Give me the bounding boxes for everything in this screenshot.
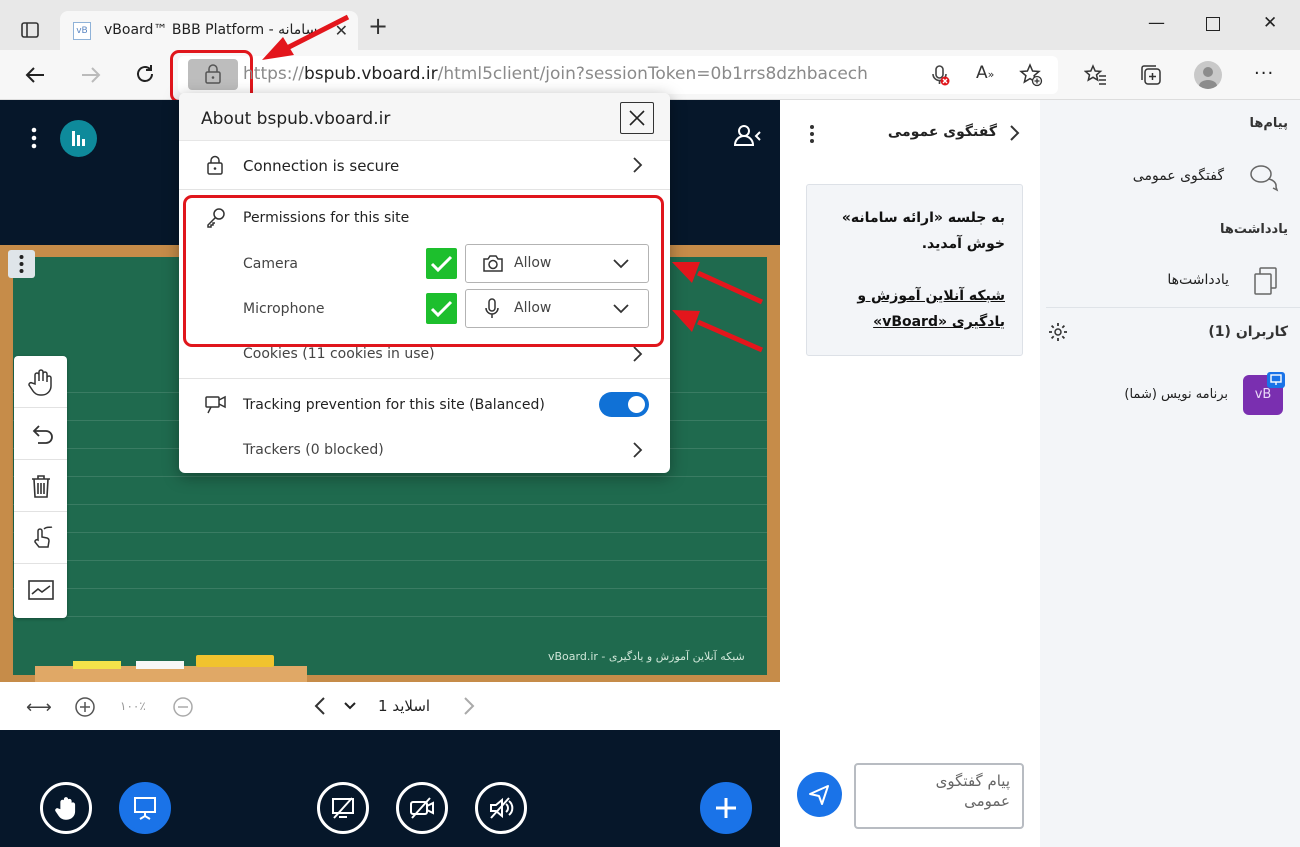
tab-close-icon[interactable]: ✕ <box>335 21 348 40</box>
profile-avatar[interactable] <box>1194 61 1222 89</box>
tracking-prevention-icon <box>204 393 228 415</box>
whiteboard-toolbar <box>14 356 67 618</box>
favorites-icon[interactable] <box>1084 63 1108 87</box>
previous-slide-icon[interactable] <box>313 696 327 716</box>
cookies-chevron-icon[interactable] <box>631 344 643 364</box>
audio-button[interactable] <box>475 782 527 834</box>
divider <box>179 378 670 379</box>
browser-tab[interactable]: vB vBoard™ BBB Platform - سامانه ✕ <box>60 11 358 50</box>
tab-actions-icon[interactable] <box>20 20 40 40</box>
connection-secure-item[interactable]: Connection is secure <box>243 157 399 175</box>
notes-title: یادداشت‌ها <box>1219 222 1288 237</box>
chat-message-input[interactable]: پیام گفتگوی عمومی <box>854 763 1024 829</box>
lock-icon <box>206 155 224 175</box>
slide-select-chevron-icon[interactable] <box>343 701 357 711</box>
tracking-prevention-toggle[interactable] <box>599 392 649 417</box>
sidebar-item-public-chat[interactable]: گفتگوی عمومی <box>1110 168 1224 184</box>
actions-add-button[interactable] <box>700 782 752 834</box>
settings-gear-icon[interactable] <box>1048 322 1068 342</box>
zoom-out-icon[interactable] <box>172 696 194 718</box>
presentation-button[interactable] <box>119 782 171 834</box>
popup-close-button[interactable] <box>620 102 654 134</box>
favicon-icon: vB <box>73 22 91 40</box>
welcome-link[interactable]: شبکه آنلاین آموزش و <box>824 283 1005 309</box>
undo-tool[interactable] <box>14 408 67 460</box>
multi-user-tool[interactable] <box>14 512 67 564</box>
user-sidebar <box>1040 100 1300 847</box>
input-placeholder: پیام گفتگوی <box>935 772 1010 790</box>
refresh-icon[interactable] <box>134 63 156 85</box>
screen-share-button[interactable] <box>317 782 369 834</box>
chat-header-title: گفتگوی عمومی <box>887 124 997 140</box>
new-tab-button[interactable]: + <box>368 14 388 38</box>
options-menu-icon[interactable] <box>30 127 38 149</box>
next-slide-icon[interactable] <box>462 696 476 716</box>
maximize-button[interactable] <box>1206 17 1220 31</box>
board-caption: vBoard.ir - شبکه آنلاین آموزش و یادگیری <box>548 650 745 663</box>
chat-options-icon[interactable] <box>808 124 816 146</box>
chalk-yellow <box>73 661 121 669</box>
cookies-item[interactable]: Cookies (11 cookies in use) <box>243 346 435 362</box>
user-name[interactable]: برنامه نویس (شما) <box>1100 387 1228 402</box>
chalk-white <box>136 661 184 669</box>
back-icon[interactable] <box>24 64 46 86</box>
messages-title: پیام‌ها <box>1249 116 1289 131</box>
trackers-item[interactable]: Trackers (0 blocked) <box>243 442 384 458</box>
add-favorite-icon[interactable] <box>1019 63 1043 87</box>
url-text[interactable]: https://bspub.vboard.ir/html5client/join… <box>243 64 868 84</box>
more-menu-icon[interactable]: ··· <box>1254 63 1274 84</box>
divider <box>179 189 670 190</box>
zoom-in-icon[interactable] <box>74 696 96 718</box>
slide-label[interactable]: اسلاید 1 <box>378 697 430 715</box>
zoom-level: ۱۰۰٪ <box>120 699 146 713</box>
mic-blocked-icon[interactable] <box>928 63 952 87</box>
forward-icon[interactable] <box>80 64 102 86</box>
divider <box>1046 307 1300 308</box>
minimize-button[interactable]: — <box>1148 13 1165 33</box>
annotation-highlight-permissions <box>183 195 664 347</box>
chat-bubbles-icon <box>1248 162 1280 192</box>
fit-width-icon[interactable]: ⟷ <box>26 697 52 718</box>
presenter-badge-icon <box>1267 372 1285 388</box>
popup-title: About bspub.vboard.ir <box>201 109 391 129</box>
clear-tool[interactable] <box>14 460 67 512</box>
sidebar-item-notes[interactable]: یادداشت‌ها <box>1120 272 1229 288</box>
window-close-button[interactable]: ✕ <box>1263 13 1277 33</box>
welcome-message: به جلسه «ارائه سامانه» خوش آمدید. شبکه آ… <box>806 184 1023 356</box>
slide-options-icon[interactable] <box>8 250 35 278</box>
chart-tool[interactable] <box>14 564 67 616</box>
eraser <box>196 655 274 667</box>
connection-chevron-icon[interactable] <box>631 155 643 175</box>
user-list-toggle-icon[interactable] <box>733 123 763 149</box>
read-aloud-icon[interactable]: A» <box>976 63 994 83</box>
input-placeholder: عمومی <box>964 792 1010 810</box>
users-title: کاربران (1) <box>1208 324 1288 340</box>
welcome-link[interactable]: یادگیری «vBoard» <box>824 309 1005 335</box>
notes-icon <box>1252 265 1280 297</box>
chat-back-icon[interactable] <box>1008 124 1020 142</box>
camera-button[interactable] <box>396 782 448 834</box>
tracking-prevention-label: Tracking prevention for this site (Balan… <box>243 397 545 413</box>
stats-icon[interactable] <box>60 120 97 157</box>
hand-tool[interactable] <box>14 356 67 408</box>
raise-hand-button[interactable] <box>40 782 92 834</box>
avatar-text: vB <box>1254 387 1272 402</box>
welcome-line: به جلسه «ارائه سامانه» <box>841 210 1005 226</box>
welcome-line: خوش آمدید. <box>921 236 1005 252</box>
trackers-chevron-icon[interactable] <box>631 440 643 460</box>
send-button[interactable] <box>797 772 842 817</box>
tab-title: vBoard™ BBB Platform - سامانه <box>104 22 318 38</box>
collections-icon[interactable] <box>1139 63 1163 87</box>
